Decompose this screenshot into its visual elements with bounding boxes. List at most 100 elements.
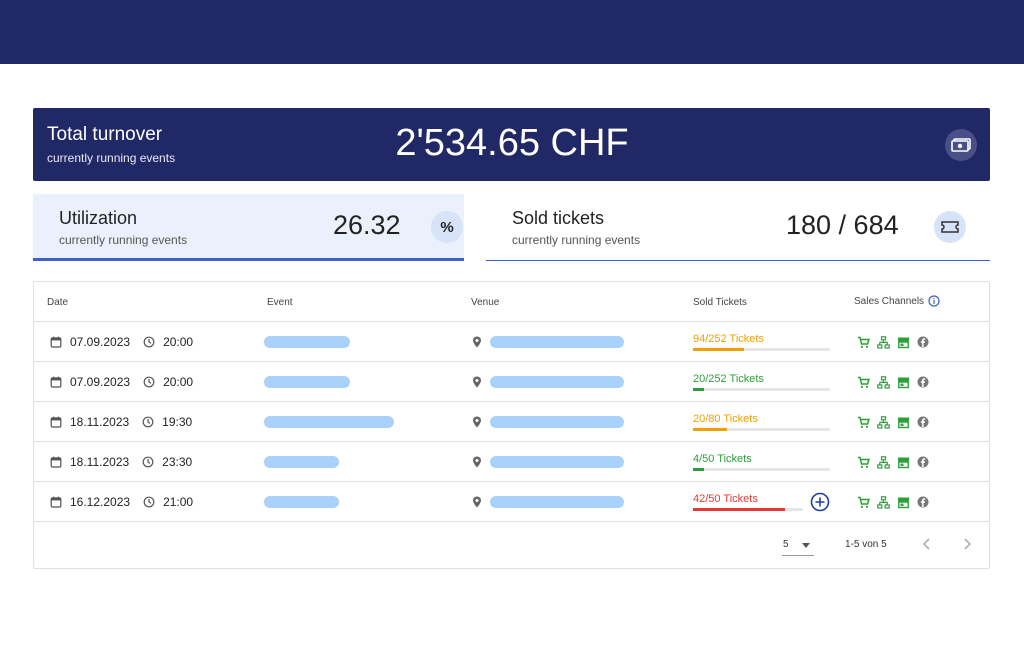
event-cell[interactable] — [264, 362, 350, 402]
money-icon — [945, 129, 977, 161]
network-icon[interactable] — [876, 495, 890, 509]
network-icon[interactable] — [876, 455, 890, 469]
sold-tickets-progress — [693, 468, 830, 471]
sold-tickets-progress — [693, 388, 830, 391]
header-sales-channels-label: Sales Channels — [854, 295, 925, 307]
event-date: 07.09.2023 — [70, 335, 131, 349]
add-circle-icon — [810, 492, 830, 512]
date-cell: 07.09.2023 20:00 — [49, 362, 193, 402]
venue-cell — [470, 482, 624, 522]
event-name-placeholder — [264, 456, 339, 468]
facebook-icon[interactable] — [916, 415, 930, 429]
sold-tickets-label: 42/50 Tickets — [693, 493, 758, 505]
percent-icon: % — [431, 211, 463, 243]
turnover-amount: 2'534.65 CHF — [395, 122, 629, 164]
table-row[interactable]: 18.11.2023 19:30 20/80 Tickets — [34, 402, 989, 442]
chevron-down-icon — [802, 543, 810, 548]
store-icon[interactable] — [896, 455, 910, 469]
store-icon[interactable] — [896, 375, 910, 389]
utilization-card[interactable]: Utilization currently running events 26.… — [33, 194, 464, 261]
event-cell[interactable] — [264, 322, 350, 362]
network-icon[interactable] — [876, 375, 890, 389]
sales-channels — [856, 455, 930, 469]
network-icon[interactable] — [876, 335, 890, 349]
event-cell[interactable] — [264, 482, 339, 522]
sold-tickets-subtitle: currently running events — [512, 233, 641, 247]
sold-tickets-progress-fill — [693, 468, 704, 471]
facebook-icon[interactable] — [916, 455, 930, 469]
venue-cell — [470, 322, 624, 362]
shopping-cart-icon[interactable] — [856, 495, 870, 509]
venue-cell — [470, 442, 624, 482]
venue-cell — [470, 402, 624, 442]
clock-icon — [141, 455, 155, 469]
venue-cell — [470, 362, 624, 402]
sold-tickets-progress-fill — [693, 508, 785, 511]
top-app-bar — [0, 0, 1024, 64]
add-tickets-button[interactable] — [810, 492, 830, 512]
sold-tickets-label: 20/80 Tickets — [693, 413, 758, 425]
shopping-cart-icon[interactable] — [856, 335, 870, 349]
chevron-right-icon — [964, 538, 971, 550]
info-icon[interactable] — [928, 295, 940, 307]
total-turnover-card: Total turnover currently running events … — [33, 108, 990, 181]
sales-channels — [856, 495, 930, 509]
clock-icon — [141, 415, 155, 429]
header-event[interactable]: Event — [267, 297, 293, 308]
sold-tickets-progress — [693, 348, 830, 351]
event-date: 07.09.2023 — [70, 375, 131, 389]
event-time: 23:30 — [162, 455, 193, 469]
header-date[interactable]: Date — [47, 297, 68, 308]
shopping-cart-icon[interactable] — [856, 415, 870, 429]
store-icon[interactable] — [896, 335, 910, 349]
venue-name-placeholder — [490, 336, 624, 348]
facebook-icon[interactable] — [916, 335, 930, 349]
header-sales-channels: Sales Channels — [854, 295, 940, 307]
calendar-icon — [49, 455, 63, 469]
facebook-icon[interactable] — [916, 495, 930, 509]
next-page-button[interactable] — [957, 534, 977, 554]
header-venue[interactable]: Venue — [471, 297, 499, 308]
sold-tickets-label: 94/252 Tickets — [693, 333, 764, 345]
sold-tickets-progress-fill — [693, 428, 727, 431]
sold-tickets-value: 180 / 684 — [786, 210, 899, 240]
ticket-icon — [934, 211, 966, 243]
network-icon[interactable] — [876, 415, 890, 429]
calendar-icon — [49, 415, 63, 429]
store-icon[interactable] — [896, 495, 910, 509]
event-cell[interactable] — [264, 442, 339, 482]
venue-name-placeholder — [490, 376, 624, 388]
venue-name-placeholder — [490, 416, 624, 428]
table-row[interactable]: 07.09.2023 20:00 94/252 Tickets — [34, 322, 989, 362]
event-date: 16.12.2023 — [70, 495, 131, 509]
table-pagination: 5 1-5 von 5 — [34, 522, 989, 568]
shopping-cart-icon[interactable] — [856, 455, 870, 469]
utilization-title: Utilization — [59, 208, 138, 228]
event-cell[interactable] — [264, 402, 394, 442]
table-row[interactable]: 18.11.2023 23:30 4/50 Tickets — [34, 442, 989, 482]
clock-icon — [142, 495, 156, 509]
date-cell: 18.11.2023 23:30 — [49, 442, 192, 482]
shopping-cart-icon[interactable] — [856, 375, 870, 389]
sold-tickets-title: Sold tickets — [512, 208, 605, 228]
store-icon[interactable] — [896, 415, 910, 429]
table-row[interactable]: 07.09.2023 20:00 20/252 Tickets — [34, 362, 989, 402]
location-pin-icon — [470, 375, 484, 389]
event-date: 18.11.2023 — [70, 415, 130, 429]
header-sold-tickets[interactable]: Sold Tickets — [693, 297, 747, 308]
page-size-select[interactable]: 5 — [782, 536, 814, 556]
venue-name-placeholder — [490, 496, 624, 508]
previous-page-button[interactable] — [917, 534, 937, 554]
table-row[interactable]: 16.12.2023 21:00 42/50 Tickets — [34, 482, 989, 522]
event-time: 21:00 — [163, 495, 194, 509]
sold-tickets-progress — [693, 428, 830, 431]
clock-icon — [142, 375, 156, 389]
sold-tickets-progress-fill — [693, 348, 744, 351]
sold-tickets-progress — [693, 508, 803, 511]
date-cell: 18.11.2023 19:30 — [49, 402, 192, 442]
venue-name-placeholder — [490, 456, 624, 468]
calendar-icon — [49, 335, 63, 349]
location-pin-icon — [470, 455, 484, 469]
sold-tickets-card[interactable]: Sold tickets currently running events 18… — [486, 194, 990, 261]
facebook-icon[interactable] — [916, 375, 930, 389]
